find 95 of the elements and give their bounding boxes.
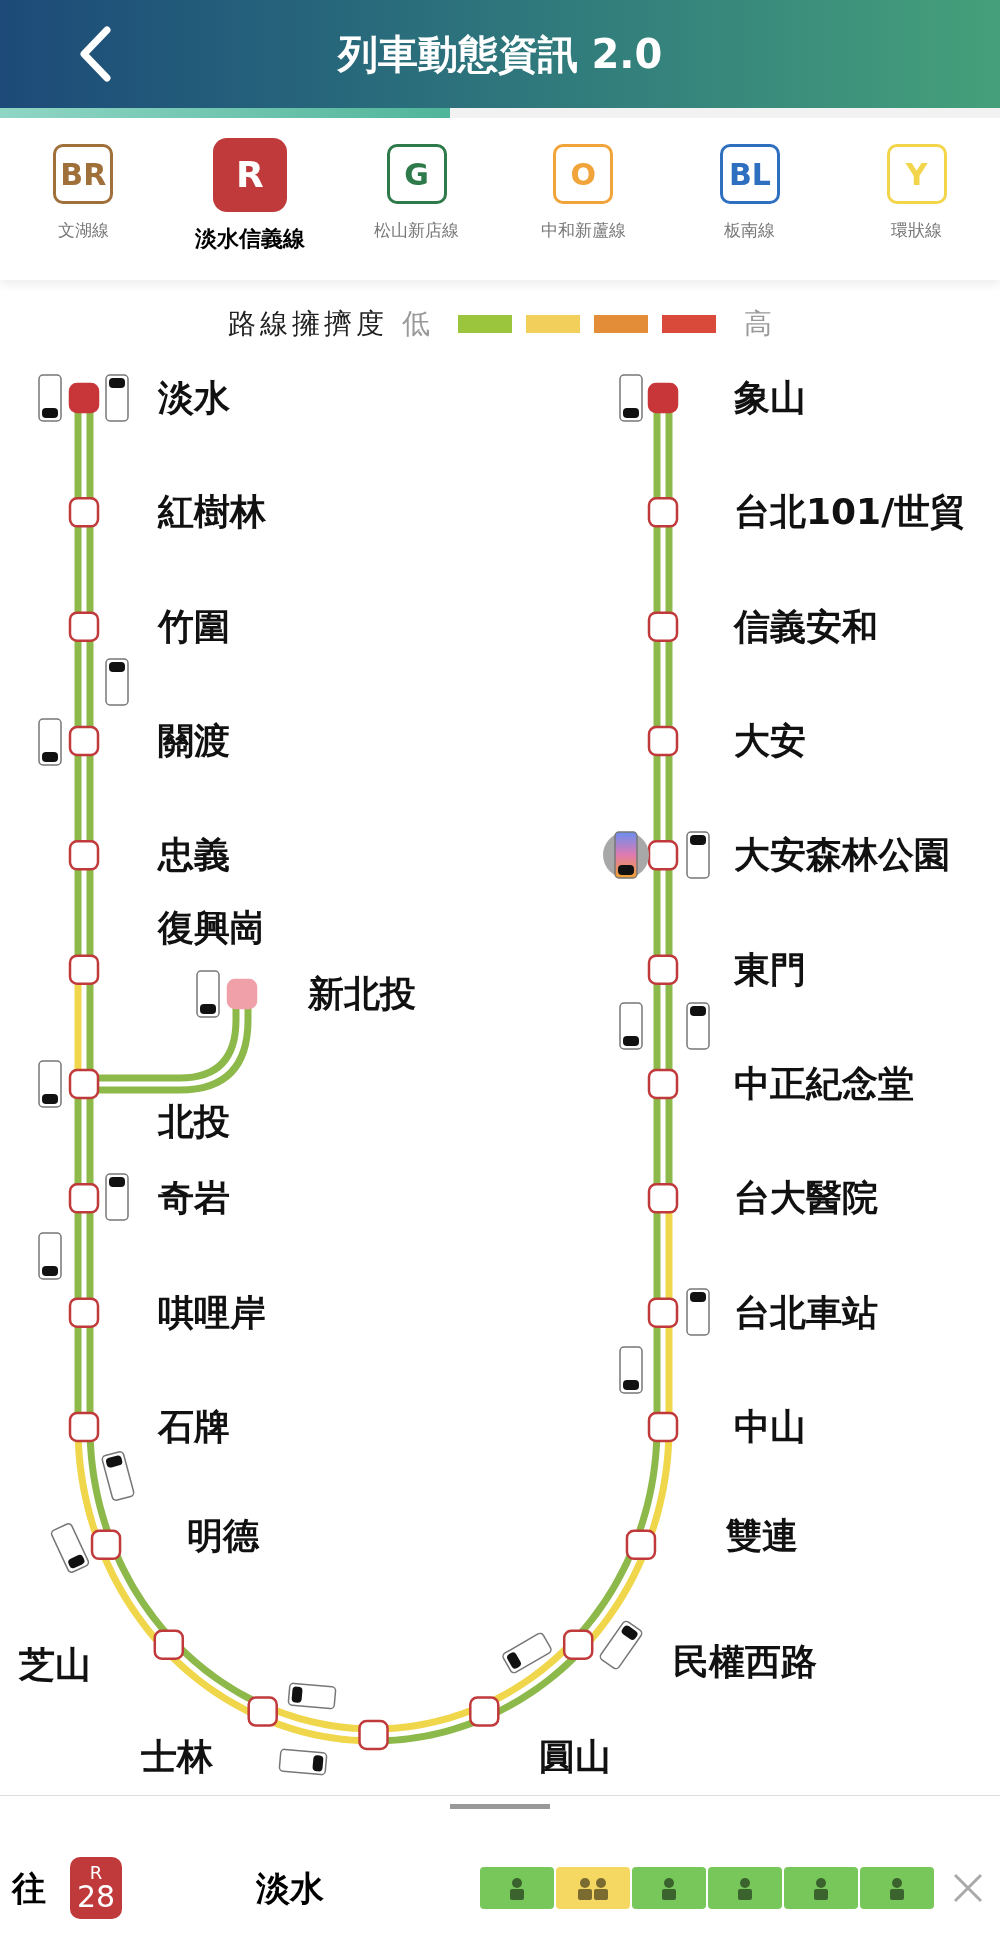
station-node[interactable] xyxy=(469,1696,500,1727)
station-node[interactable] xyxy=(68,382,100,414)
station-label: 明德 xyxy=(187,1514,259,1558)
legend-low: 低 xyxy=(402,305,430,342)
train-icon[interactable] xyxy=(686,1002,710,1050)
train-icon[interactable] xyxy=(686,1288,710,1336)
station-label: 東門 xyxy=(734,947,806,992)
station-node[interactable] xyxy=(247,1696,278,1727)
station-label: 大安森林公園 xyxy=(734,833,950,878)
station-label: 象山 xyxy=(734,376,806,420)
person-icon xyxy=(887,1876,907,1900)
station-label: 關渡 xyxy=(158,719,230,763)
line-tab[interactable]: Y 環狀線 xyxy=(833,138,1000,244)
page-title: 列車動態資訊 2.0 xyxy=(337,30,663,79)
station-label: 台北101/世貿 xyxy=(734,490,967,535)
station-node[interactable] xyxy=(68,1068,100,1100)
direction-label: 往 xyxy=(12,1866,46,1910)
station-node[interactable] xyxy=(153,1629,185,1661)
station-label: 民權西路 xyxy=(673,1640,817,1684)
person-icon xyxy=(507,1876,527,1900)
back-icon xyxy=(78,26,112,82)
station-label: 士林 xyxy=(141,1735,213,1779)
train-icon[interactable] xyxy=(105,374,129,422)
station-label: 新北投 xyxy=(308,972,416,1016)
station-label: 忠義 xyxy=(158,833,230,878)
person-icon xyxy=(659,1876,679,1900)
close-icon xyxy=(952,1872,984,1904)
train-icon[interactable] xyxy=(278,1748,328,1776)
station-node[interactable] xyxy=(647,954,679,985)
train-icon[interactable] xyxy=(287,1682,337,1710)
station-node[interactable] xyxy=(625,1529,657,1561)
train-icon[interactable] xyxy=(38,1060,62,1108)
line-tab[interactable]: R 淡水信義線 xyxy=(166,138,334,255)
station-label: 雙連 xyxy=(726,1514,798,1558)
line-tab[interactable]: O 中和新蘆線 xyxy=(500,138,667,244)
station-node[interactable] xyxy=(647,382,679,414)
station-node[interactable] xyxy=(647,1297,679,1328)
station-node[interactable] xyxy=(68,1297,100,1328)
train-icon[interactable] xyxy=(619,1002,643,1050)
station-label: 竹圍 xyxy=(158,604,230,649)
station-node[interactable] xyxy=(90,1529,122,1561)
station-node[interactable] xyxy=(226,978,258,1010)
station-node[interactable] xyxy=(647,725,679,757)
station-label: 石牌 xyxy=(158,1404,230,1449)
line-tab[interactable]: BR 文湖線 xyxy=(0,138,167,244)
station-label: 北投 xyxy=(158,1099,230,1144)
station-label: 復興崗 xyxy=(158,905,266,950)
legend-high: 高 xyxy=(744,305,772,342)
station-label: 唭哩岸 xyxy=(158,1290,266,1335)
train-icon[interactable] xyxy=(686,831,710,879)
legend-title: 路線擁擠度 xyxy=(228,305,388,342)
line-tab[interactable]: BL 板南線 xyxy=(666,138,834,244)
station-label: 台北車站 xyxy=(734,1290,878,1335)
train-icon[interactable] xyxy=(619,374,643,422)
station-node[interactable] xyxy=(647,1411,679,1443)
train-icon[interactable] xyxy=(196,970,220,1018)
train-icon[interactable] xyxy=(38,374,62,422)
person-icon xyxy=(811,1876,831,1900)
badge-line-code: R xyxy=(89,1864,103,1882)
station-node[interactable] xyxy=(68,611,100,642)
train-icon[interactable] xyxy=(105,1173,129,1221)
station-label: 紅樹林 xyxy=(158,490,266,535)
station-label: 中正紀念堂 xyxy=(734,1062,914,1106)
station-label: 台大醫院 xyxy=(734,1176,878,1221)
station-label: 大安 xyxy=(734,719,806,763)
station-node[interactable] xyxy=(647,611,679,642)
station-node[interactable] xyxy=(358,1719,389,1751)
train-icon[interactable] xyxy=(619,1346,643,1394)
station-label: 圓山 xyxy=(539,1735,611,1779)
train-icon[interactable] xyxy=(603,831,649,879)
train-icon[interactable] xyxy=(38,1232,62,1280)
station-label: 信義安和 xyxy=(734,604,878,649)
station-label: 淡水 xyxy=(158,376,230,420)
station-node[interactable] xyxy=(647,840,679,871)
station-node[interactable] xyxy=(68,1411,100,1443)
station-node[interactable] xyxy=(647,1183,679,1214)
station-label: 芝山 xyxy=(19,1643,91,1687)
line-tab[interactable]: G 松山新店線 xyxy=(333,138,500,244)
station-node[interactable] xyxy=(647,1068,679,1100)
person-icon xyxy=(735,1876,755,1900)
station-node[interactable] xyxy=(647,497,679,528)
station-node[interactable] xyxy=(68,1183,100,1214)
station-node[interactable] xyxy=(68,954,100,985)
station-label: 中山 xyxy=(734,1405,806,1449)
train-icon[interactable] xyxy=(105,658,129,706)
station-node[interactable] xyxy=(68,725,100,757)
train-icon[interactable] xyxy=(38,718,62,766)
station-label: 奇岩 xyxy=(158,1176,230,1221)
drag-handle[interactable] xyxy=(450,1804,550,1809)
station-node[interactable] xyxy=(68,840,100,871)
station-node[interactable] xyxy=(68,497,100,528)
people-icon xyxy=(576,1876,610,1900)
badge-number: 28 xyxy=(76,1882,116,1912)
destination-name: 淡水 xyxy=(256,1866,324,1910)
station-node[interactable] xyxy=(562,1629,594,1661)
